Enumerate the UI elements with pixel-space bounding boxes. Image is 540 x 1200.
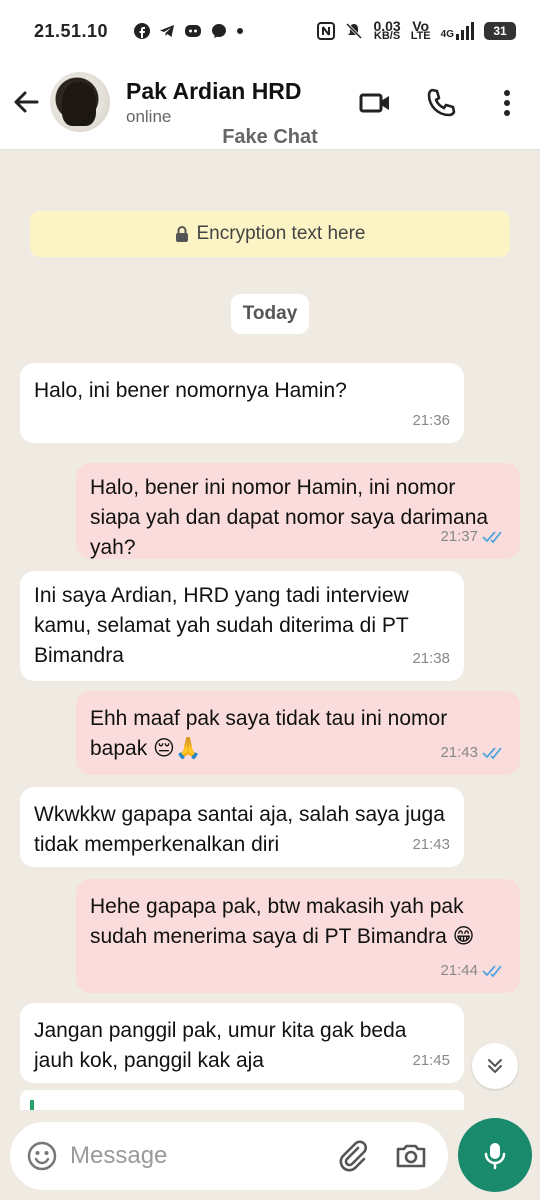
video-call-icon[interactable] — [358, 86, 392, 120]
battery-level: 31 — [493, 24, 507, 38]
message-outgoing[interactable]: Ehh maaf pak saya tidak tau ini nomor ba… — [76, 691, 520, 775]
mic-button[interactable] — [458, 1118, 532, 1192]
telegram-icon — [160, 25, 175, 37]
message-outgoing[interactable]: Hehe gapapa pak, btw makasih yah pak sud… — [76, 879, 520, 993]
message-text: Wkwkkw gapapa santai aja, salah saya jug… — [34, 803, 445, 856]
message-text: Halo, ini bener nomornya Hamin? — [34, 379, 347, 402]
message-time: 21:38 — [412, 650, 450, 667]
scroll-to-bottom-button[interactable] — [472, 1043, 518, 1089]
message-time: 21:37 — [440, 528, 478, 545]
volte-indicator: Vo LTE — [410, 18, 431, 42]
message-text: Ini saya Ardian, HRD yang tadi interview… — [34, 584, 409, 667]
message-text: Jangan panggil pak, umur kita gak beda j… — [34, 1019, 407, 1072]
attach-icon[interactable] — [336, 1139, 370, 1173]
more-options-icon[interactable] — [490, 86, 524, 120]
message-time: 21:43 — [440, 744, 478, 761]
mute-icon — [346, 22, 363, 40]
message-time: 21:44 — [440, 962, 478, 979]
watermark-label: Fake Chat — [222, 126, 318, 148]
message-composer — [10, 1122, 448, 1190]
read-ticks-icon — [482, 747, 502, 760]
contact-avatar[interactable] — [50, 72, 110, 132]
back-arrow-icon[interactable] — [10, 86, 42, 118]
dot-icon — [237, 28, 244, 34]
date-chip: Today — [231, 294, 309, 334]
date-label: Today — [242, 303, 298, 324]
partial-message — [20, 1090, 464, 1110]
chat-header: Pak Ardian HRD online Fake Chat — [0, 62, 540, 150]
facebook-icon — [134, 23, 151, 39]
network-type: 4G — [440, 29, 454, 40]
battery-icon: 31 — [484, 22, 516, 40]
camera-icon[interactable] — [394, 1139, 428, 1173]
notification-icons — [134, 23, 244, 39]
message-input[interactable] — [70, 1142, 320, 1170]
messenger-icon — [212, 24, 227, 38]
message-text: Hehe gapapa pak, btw makasih yah pak sud… — [90, 895, 475, 948]
nfc-icon — [317, 22, 336, 40]
chat-area[interactable]: Encryption text here Today Halo, ini ben… — [0, 150, 540, 1110]
discord-icon — [185, 25, 202, 37]
message-incoming[interactable]: Ini saya Ardian, HRD yang tadi interview… — [20, 571, 464, 681]
message-time: 21:45 — [412, 1052, 450, 1069]
encryption-text: Encryption text here — [196, 223, 366, 244]
lock-icon — [175, 226, 188, 242]
voice-call-icon[interactable] — [424, 86, 458, 120]
status-bar: 21.51.10 0.03 KB/S Vo LTE 4G 31 — [0, 0, 540, 62]
data-speed: 0.03 KB/S — [373, 18, 401, 42]
message-incoming[interactable]: Jangan panggil pak, umur kita gak beda j… — [20, 1003, 464, 1083]
read-ticks-icon — [482, 531, 502, 544]
chevron-double-down-icon — [488, 1059, 502, 1073]
message-outgoing[interactable]: Halo, bener ini nomor Hamin, ini nomor s… — [76, 463, 520, 559]
emoji-icon[interactable] — [26, 1140, 58, 1172]
contact-status: online — [126, 107, 172, 126]
signal-icon — [456, 22, 474, 40]
message-time: 21:43 — [412, 836, 450, 853]
message-incoming[interactable]: Wkwkkw gapapa santai aja, salah saya jug… — [20, 787, 464, 867]
microphone-icon — [484, 1143, 506, 1170]
system-indicators: 0.03 KB/S Vo LTE 4G 31 — [317, 18, 516, 42]
encryption-notice[interactable]: Encryption text here — [30, 211, 510, 257]
status-time: 21.51.10 — [34, 20, 109, 41]
read-ticks-icon — [482, 965, 502, 978]
message-time: 21:36 — [412, 412, 450, 429]
message-incoming[interactable]: Halo, ini bener nomornya Hamin? 21:36 — [20, 363, 464, 443]
contact-name[interactable]: Pak Ardian HRD — [126, 78, 302, 105]
